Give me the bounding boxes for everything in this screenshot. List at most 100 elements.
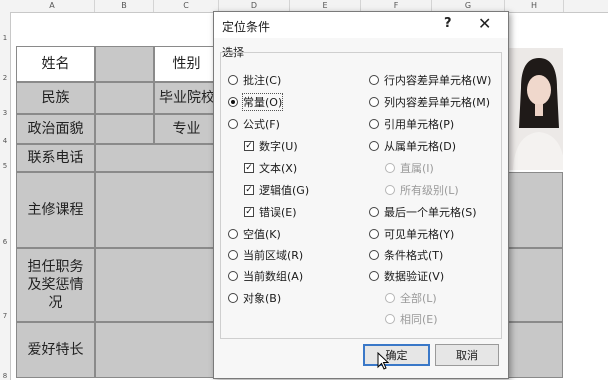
option-logicals[interactable]: ✓ 逻辑值(G)	[244, 182, 309, 198]
checkbox-text[interactable]: ✓	[244, 163, 254, 173]
option-column-differences[interactable]: 列内容差异单元格(M)	[369, 94, 490, 110]
radio-dependents[interactable]	[369, 141, 379, 151]
option-validation-all[interactable]: 全部(L)	[385, 290, 437, 306]
radio-comments[interactable]	[228, 75, 238, 85]
close-icon[interactable]: ✕	[478, 14, 491, 33]
cell-courses-value[interactable]	[95, 172, 219, 248]
option-validation-same-label: 相同(E)	[400, 313, 438, 326]
option-objects-label: 对象(B)	[243, 292, 282, 305]
option-text[interactable]: ✓ 文本(X)	[244, 160, 297, 176]
cell-politics-value[interactable]	[95, 114, 154, 144]
row-header-1[interactable]: 1	[0, 34, 10, 42]
radio-validation-same[interactable]	[385, 314, 395, 324]
option-objects[interactable]: 对象(B)	[228, 290, 281, 306]
go-to-special-dialog: 定位条件 ? ✕ 选择 批注(C) 常量(O) 公式(F) ✓ 数字(U) ✓ 文本…	[213, 11, 509, 379]
cell-school-label[interactable]: 毕业院校	[154, 82, 219, 114]
cell-duties-right[interactable]	[505, 248, 563, 322]
radio-visible-cells[interactable]	[369, 229, 379, 239]
row-header-4[interactable]: 4	[0, 137, 10, 145]
cell-courses-label[interactable]: 主修课程	[16, 172, 95, 248]
cell-name-label[interactable]: 姓名	[16, 46, 95, 82]
cell-hobbies-value[interactable]	[95, 322, 219, 378]
cell-duties-label[interactable]: 担任职务及奖惩情况	[16, 248, 95, 322]
radio-formulas[interactable]	[228, 119, 238, 129]
option-conditional-formats-label: 条件格式(T)	[384, 249, 444, 262]
option-dependents-label: 从属单元格(D)	[384, 140, 457, 153]
row-header-2[interactable]: 2	[0, 74, 10, 82]
profile-photo-image	[507, 48, 563, 170]
ok-button[interactable]: 确定	[363, 344, 430, 366]
row-header-6[interactable]: 6	[0, 238, 10, 246]
cancel-button[interactable]: 取消	[435, 344, 499, 366]
cell-ethnicity-value[interactable]	[95, 82, 154, 114]
radio-last-cell[interactable]	[369, 207, 379, 217]
option-formulas[interactable]: 公式(F)	[228, 116, 280, 132]
checkbox-logicals[interactable]: ✓	[244, 185, 254, 195]
radio-direct-only[interactable]	[385, 163, 395, 173]
option-numbers[interactable]: ✓ 数字(U)	[244, 138, 298, 154]
option-direct-only[interactable]: 直属(I)	[385, 160, 434, 176]
cell-duties-value[interactable]	[95, 248, 219, 322]
option-all-levels[interactable]: 所有级别(L)	[385, 182, 459, 198]
option-blanks-label: 空值(K)	[243, 228, 281, 241]
option-errors[interactable]: ✓ 错误(E)	[244, 204, 297, 220]
cell-ethnicity-label[interactable]: 民族	[16, 82, 95, 114]
option-precedents-label: 引用单元格(P)	[384, 118, 455, 131]
option-constants[interactable]: 常量(O)	[228, 93, 284, 111]
option-current-region[interactable]: 当前区域(R)	[228, 247, 303, 263]
option-current-array[interactable]: 当前数组(A)	[228, 268, 303, 284]
cell-gender-label[interactable]: 性别	[154, 46, 219, 82]
radio-objects[interactable]	[228, 293, 238, 303]
option-text-label: 文本(X)	[259, 162, 298, 175]
radio-current-array[interactable]	[228, 271, 238, 281]
help-icon[interactable]: ?	[444, 16, 452, 31]
option-validation-same[interactable]: 相同(E)	[385, 311, 438, 327]
option-formulas-label: 公式(F)	[243, 118, 280, 131]
radio-blanks[interactable]	[228, 229, 238, 239]
option-column-differences-label: 列内容差异单元格(M)	[384, 96, 491, 109]
radio-conditional-formats[interactable]	[369, 250, 379, 260]
option-errors-label: 错误(E)	[259, 206, 297, 219]
row-header-7[interactable]: 7	[0, 312, 10, 320]
option-comments[interactable]: 批注(C)	[228, 72, 281, 88]
checkbox-errors[interactable]: ✓	[244, 207, 254, 217]
option-data-validation-label: 数据验证(V)	[384, 270, 445, 283]
option-conditional-formats[interactable]: 条件格式(T)	[369, 247, 443, 263]
column-header-c[interactable]: C	[154, 0, 219, 12]
option-blanks[interactable]: 空值(K)	[228, 226, 281, 242]
profile-photo[interactable]	[506, 48, 563, 170]
option-row-differences-label: 行内容差异单元格(W)	[384, 74, 492, 87]
option-row-differences[interactable]: 行内容差异单元格(W)	[369, 72, 491, 88]
cell-phone-label[interactable]: 联系电话	[16, 144, 95, 172]
option-precedents[interactable]: 引用单元格(P)	[369, 116, 454, 132]
column-header-h[interactable]: H	[505, 0, 564, 12]
cell-hobbies-label[interactable]: 爱好特长	[16, 322, 95, 378]
dialog-titlebar[interactable]: 定位条件 ? ✕	[214, 12, 508, 38]
radio-data-validation[interactable]	[369, 271, 379, 281]
checkbox-numbers[interactable]: ✓	[244, 141, 254, 151]
radio-all-levels[interactable]	[385, 185, 395, 195]
cell-phone-value[interactable]	[95, 144, 219, 172]
row-header-8[interactable]: 8	[0, 372, 10, 380]
option-dependents[interactable]: 从属单元格(D)	[369, 138, 456, 154]
radio-validation-all[interactable]	[385, 293, 395, 303]
cell-politics-label[interactable]: 政治面貌	[16, 114, 95, 144]
option-data-validation[interactable]: 数据验证(V)	[369, 268, 444, 284]
option-visible-cells[interactable]: 可见单元格(Y)	[369, 226, 454, 242]
cell-major-label[interactable]: 专业	[154, 114, 219, 144]
cell-courses-right[interactable]	[505, 172, 563, 248]
radio-precedents[interactable]	[369, 119, 379, 129]
column-header-a[interactable]: A	[10, 0, 95, 12]
column-header-b[interactable]: B	[95, 0, 154, 12]
option-current-region-label: 当前区域(R)	[243, 249, 304, 262]
radio-column-differences[interactable]	[369, 97, 379, 107]
option-last-cell[interactable]: 最后一个单元格(S)	[369, 204, 477, 220]
radio-current-region[interactable]	[228, 250, 238, 260]
row-header-3[interactable]: 3	[0, 109, 10, 117]
mouse-cursor-icon	[377, 352, 389, 370]
radio-constants[interactable]	[228, 97, 238, 107]
row-header-5[interactable]: 5	[0, 162, 10, 170]
cell-name-value[interactable]	[95, 46, 154, 82]
radio-row-differences[interactable]	[369, 75, 379, 85]
cell-hobbies-right[interactable]	[505, 322, 563, 378]
